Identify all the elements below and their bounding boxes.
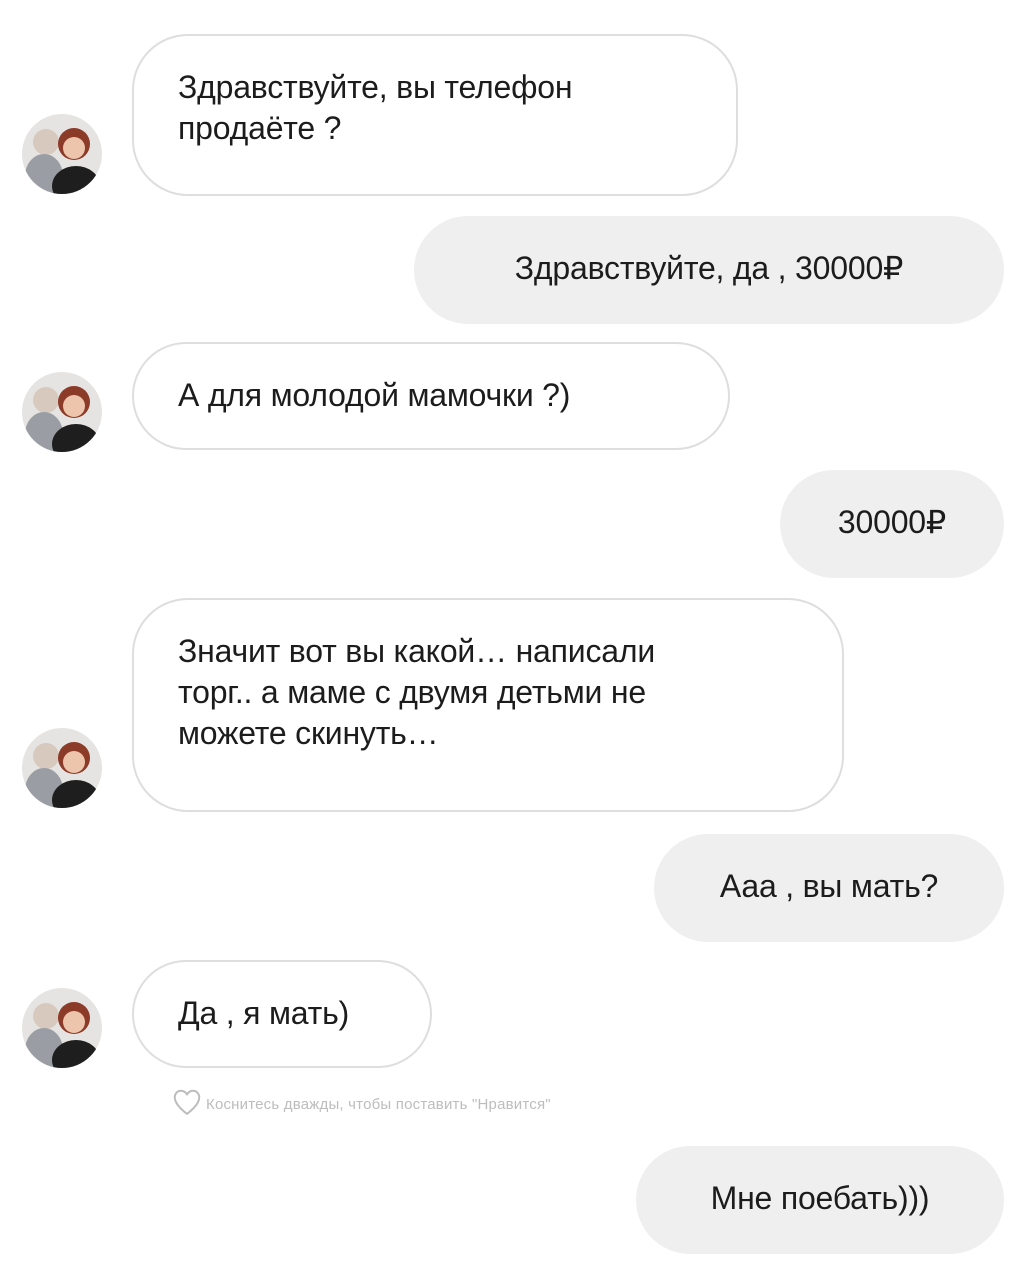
avatar[interactable] [22, 728, 102, 808]
avatar-photo [22, 372, 102, 452]
avatar-photo [22, 728, 102, 808]
heart-outline-icon [172, 1088, 202, 1120]
avatar-photo [22, 988, 102, 1068]
message-bubble-incoming[interactable]: Да , я мать) [132, 960, 432, 1068]
message-bubble-incoming[interactable]: А для молодой мамочки ?) [132, 342, 730, 450]
avatar-photo [22, 114, 102, 194]
avatar[interactable] [22, 372, 102, 452]
message-bubble-incoming[interactable]: Здравствуйте, вы телефон продаёте ? [132, 34, 738, 196]
double-tap-like-hint[interactable]: Коснитесь дважды, чтобы поставить "Нрави… [172, 1084, 551, 1124]
double-tap-hint-text: Коснитесь дважды, чтобы поставить "Нрави… [206, 1095, 551, 1113]
avatar[interactable] [22, 114, 102, 194]
message-bubble-outgoing[interactable]: Здравствуйте, да , 30000₽ [414, 216, 1004, 324]
message-bubble-outgoing[interactable]: Ааа , вы мать? [654, 834, 1004, 942]
message-bubble-incoming[interactable]: Значит вот вы какой… написали торг.. а м… [132, 598, 844, 812]
message-bubble-outgoing[interactable]: Мне поебать))) [636, 1146, 1004, 1254]
avatar[interactable] [22, 988, 102, 1068]
message-bubble-outgoing[interactable]: 30000₽ [780, 470, 1004, 578]
